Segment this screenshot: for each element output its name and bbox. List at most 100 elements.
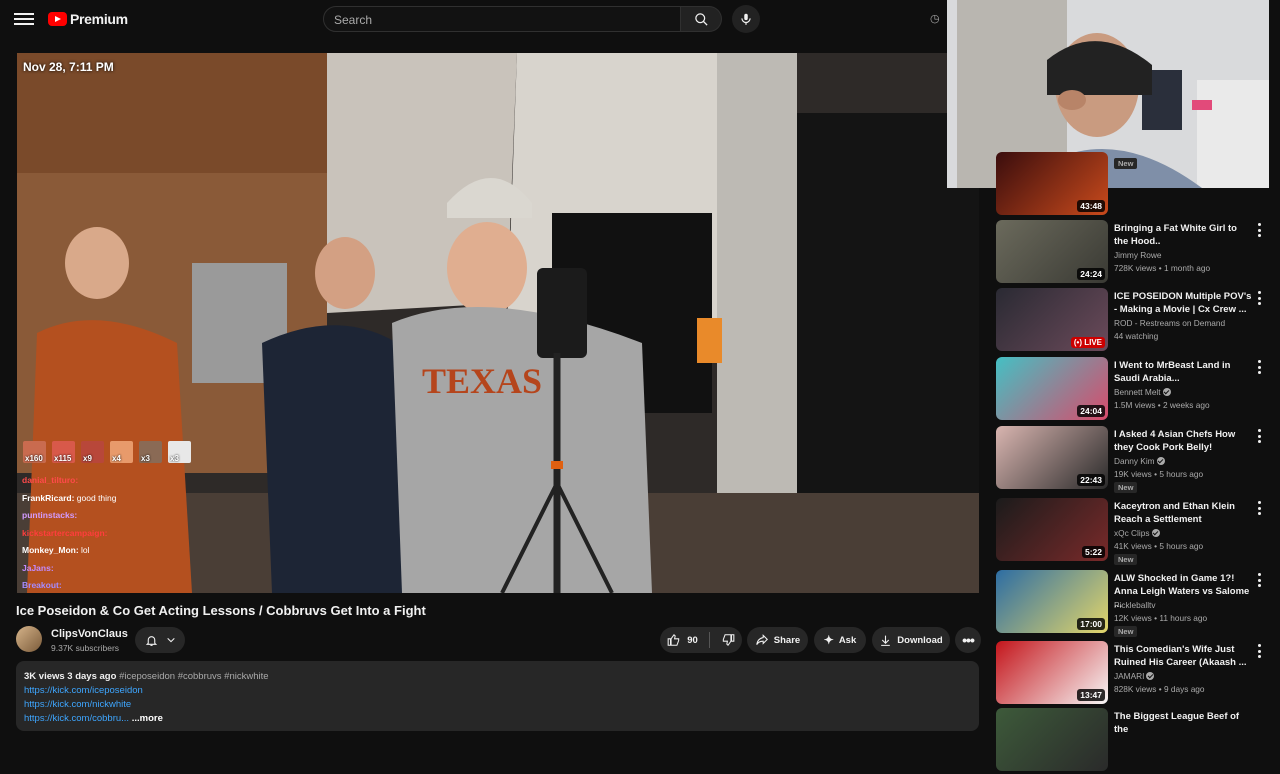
new-badge: New <box>1114 482 1138 493</box>
youtube-premium-logo[interactable]: Premium <box>48 11 128 27</box>
verified-icon <box>1162 388 1171 396</box>
channel-avatar[interactable] <box>16 626 42 652</box>
like-count: 90 <box>687 634 698 646</box>
video-thumbnail[interactable]: 24:24 <box>996 220 1108 283</box>
chat-message: kickstartercampaign: <box>22 525 117 543</box>
more-vertical-icon[interactable] <box>1256 644 1262 658</box>
dot <box>1257 371 1261 374</box>
more-vertical-icon[interactable] <box>1256 360 1262 374</box>
recommended-video[interactable]: (•) LIVE ICE POSEIDON Multiple POV's - Ma… <box>996 288 1266 354</box>
search-input[interactable]: Search <box>323 6 681 32</box>
video-thumbnail[interactable]: 22:43 <box>996 426 1108 489</box>
dot <box>1257 223 1261 226</box>
recommended-video[interactable]: 5:22 Kaceytron and Ethan Klein Reach a Se… <box>996 498 1266 565</box>
recommended-title[interactable]: I Went to MrBeast Land in Saudi Arabia..… <box>1114 359 1252 385</box>
chat-username: JaJans: <box>22 562 54 573</box>
chevron-down-icon <box>166 637 175 643</box>
recommended-video[interactable]: 24:04 I Went to MrBeast Land in Saudi Ara… <box>996 357 1266 423</box>
recommended-title[interactable]: Bringing a Fat White Girl to the Hood.. <box>1114 222 1252 248</box>
show-more-link[interactable]: ...more <box>132 713 163 724</box>
video-player[interactable]: TEXAS Nov 28, 7:11 PM x160 x115 x9 x4 x3 x3 d… <box>17 53 979 593</box>
emote-count: x3 <box>141 454 150 463</box>
more-vertical-icon[interactable] <box>1256 573 1262 587</box>
microphone-icon <box>741 13 751 25</box>
video-thumbnail[interactable]: 17:00 <box>996 570 1108 633</box>
search-icon <box>694 12 708 26</box>
more-actions-button[interactable]: ••• <box>955 627 981 653</box>
voice-search-button[interactable] <box>732 5 760 33</box>
chat-username: puntinstacks: <box>22 510 78 520</box>
recommended-video[interactable]: 22:43 I Asked 4 Asian Chefs How they Cook… <box>996 426 1266 493</box>
new-badge: New <box>1114 554 1138 565</box>
recommended-video[interactable]: The Biggest League Beef of the <box>996 708 1266 774</box>
more-vertical-icon[interactable] <box>1256 291 1262 305</box>
chat-emote: x3 <box>139 441 162 463</box>
video-thumbnail[interactable] <box>996 708 1108 771</box>
video-thumbnail[interactable]: 5:22 <box>996 498 1108 561</box>
menu-icon[interactable] <box>14 10 34 28</box>
download-label: Download <box>897 634 943 646</box>
emote-count: x9 <box>83 454 92 463</box>
description-link[interactable]: https://kick.com/iceposeidon <box>24 685 971 696</box>
chat-username: Breakout: <box>22 580 62 590</box>
like-dislike-group: 90 <box>660 627 742 653</box>
chat-username: Monkey_Mon: <box>22 545 79 555</box>
duration-badge: 5:22 <box>1081 546 1105 558</box>
recommended-channel[interactable]: JAMARI <box>1114 670 1155 683</box>
dot <box>1257 440 1261 443</box>
dot <box>1257 434 1261 438</box>
video-thumbnail[interactable]: 13:47 <box>996 641 1108 704</box>
chat-emote: x9 <box>81 441 104 463</box>
video-thumbnail[interactable]: (•) LIVE <box>996 288 1108 351</box>
download-icon <box>881 635 891 646</box>
download-button[interactable]: Download <box>872 627 950 653</box>
like-button[interactable]: 90 <box>667 633 698 647</box>
recommended-meta: 728K views • 1 month ago <box>1114 263 1211 273</box>
recommended-channel[interactable]: Bennett Melt <box>1114 386 1171 399</box>
verified-icon <box>1151 529 1160 537</box>
recommended-channel[interactable]: Danny Kim <box>1114 455 1165 468</box>
more-vertical-icon[interactable] <box>1256 429 1262 443</box>
recommended-title[interactable]: I Asked 4 Asian Chefs How they Cook Pork… <box>1114 428 1252 454</box>
dot <box>1257 360 1261 363</box>
verified-icon <box>1156 457 1165 465</box>
thumbs-up-icon <box>667 633 680 646</box>
recommended-video[interactable]: 17:00 ALW Shocked in Game 1?! Anna Leigh … <box>996 570 1266 637</box>
channel-name[interactable]: ClipsVonClaus <box>51 628 128 640</box>
share-icon <box>756 634 768 645</box>
share-button[interactable]: Share <box>747 627 808 653</box>
description-link[interactable]: https://kick.com/nickwhite <box>24 699 971 710</box>
thumbs-down-icon[interactable] <box>721 633 735 647</box>
description-link[interactable]: https://kick.com/cobbru... ...more <box>24 713 971 724</box>
view-stats: 3K views 3 days ago <box>24 671 117 682</box>
dot <box>1257 655 1261 658</box>
recommended-video[interactable]: 24:24 Bringing a Fat White Girl to the Ho… <box>996 220 1266 286</box>
chat-emote: x3 <box>168 441 191 463</box>
recommended-video[interactable]: 43:48 New <box>996 152 1266 218</box>
dot <box>1257 228 1261 232</box>
hashtags[interactable]: #iceposeidon #cobbruvs #nickwhite <box>119 671 268 682</box>
more-vertical-icon[interactable] <box>1256 223 1262 237</box>
more-vertical-icon[interactable] <box>1256 501 1262 515</box>
recommended-video[interactable]: 13:47 This Comedian's Wife Just Ruined Hi… <box>996 641 1266 707</box>
recommended-channel[interactable]: Pickleballtv <box>1114 599 1156 612</box>
recommended-channel[interactable]: Jimmy Rowe <box>1114 249 1161 262</box>
clock-icon[interactable]: ◷ <box>930 12 940 25</box>
subscription-bell-button[interactable] <box>135 627 185 653</box>
recommended-channel[interactable]: xQc Clips <box>1114 527 1160 540</box>
recommended-channel[interactable]: ROD - Restreams on Demand <box>1114 317 1225 330</box>
video-title: Ice Poseidon & Co Get Acting Lessons / C… <box>16 603 426 618</box>
recommended-title[interactable]: The Biggest League Beef of the <box>1114 710 1252 736</box>
search-button[interactable] <box>681 6 722 32</box>
video-thumbnail[interactable]: 43:48 <box>996 152 1108 215</box>
recommended-title[interactable]: ICE POSEIDON Multiple POV's - Making a M… <box>1114 290 1252 316</box>
chat-overlay: danial_tilturo: FrankRicard: good thing p… <box>22 472 117 593</box>
dot <box>1257 429 1261 432</box>
recommended-title[interactable]: This Comedian's Wife Just Ruined His Car… <box>1114 643 1252 669</box>
ask-button[interactable]: ✦ Ask <box>814 627 866 653</box>
video-thumbnail[interactable]: 24:04 <box>996 357 1108 420</box>
chat-message: puntinstacks: <box>22 507 117 525</box>
description-box[interactable]: 3K views 3 days ago #iceposeidon #cobbru… <box>16 661 979 731</box>
duration-badge: 22:43 <box>1077 474 1105 486</box>
recommended-title[interactable]: Kaceytron and Ethan Klein Reach a Settle… <box>1114 500 1252 526</box>
